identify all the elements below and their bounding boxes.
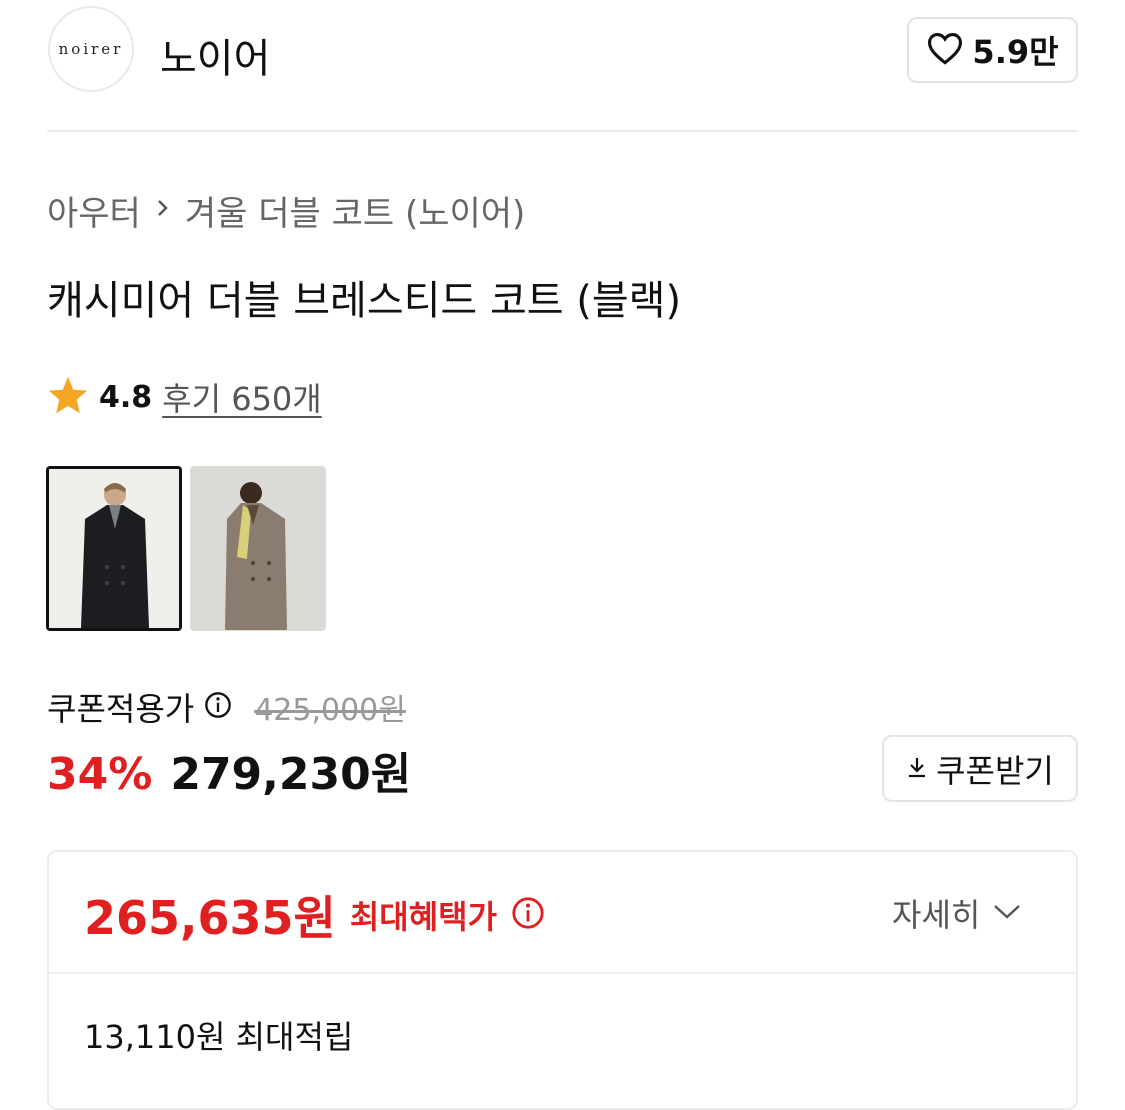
chevron-down-icon xyxy=(992,901,1022,925)
coupon-download-button[interactable]: 쿠폰받기 xyxy=(882,735,1078,802)
brand-logo[interactable]: noirer xyxy=(48,6,134,92)
info-icon[interactable] xyxy=(204,691,232,723)
like-button[interactable]: 5.9만 xyxy=(907,17,1078,83)
breadcrumb-category[interactable]: 아우터 xyxy=(47,186,141,235)
benefit-divider xyxy=(49,972,1076,974)
info-icon[interactable] xyxy=(511,896,545,934)
rating-row: 4.8 후기 650개 xyxy=(47,374,322,420)
review-link[interactable]: 후기 650개 xyxy=(162,374,322,420)
heart-icon xyxy=(926,31,964,69)
sale-price-row: 34% 279,230원 xyxy=(47,738,411,802)
coupon-price-row: 쿠폰적용가 425,000원 xyxy=(47,684,406,730)
breadcrumb-subcategory[interactable]: 겨울 더블 코트 (노이어) xyxy=(185,186,525,235)
breadcrumb: 아우터 겨울 더블 코트 (노이어) xyxy=(47,186,525,235)
sale-price: 279,230원 xyxy=(170,749,412,800)
coupon-button-label: 쿠폰받기 xyxy=(936,751,1054,790)
header-divider xyxy=(47,130,1078,132)
detail-toggle[interactable]: 자세히 xyxy=(892,890,1022,936)
brand-logo-text: noirer xyxy=(58,40,124,58)
product-thumbnail[interactable] xyxy=(46,466,182,631)
chevron-right-icon xyxy=(155,193,171,228)
discount-rate: 34% xyxy=(47,749,153,800)
detail-label: 자세히 xyxy=(892,896,981,934)
coupon-price-label: 쿠폰적용가 xyxy=(47,690,195,728)
max-benefit-row: 265,635원 최대혜택가 xyxy=(84,882,545,948)
max-benefit-price: 265,635원 xyxy=(84,891,336,945)
rating-value: 4.8 xyxy=(99,379,153,415)
product-thumbnail[interactable] xyxy=(190,466,326,631)
like-count: 5.9만 xyxy=(972,33,1059,71)
max-benefit-label: 최대혜택가 xyxy=(349,898,498,936)
brand-name[interactable]: 노이어 xyxy=(160,26,270,84)
original-price: 425,000원 xyxy=(254,693,406,728)
star-icon xyxy=(47,375,89,419)
download-icon xyxy=(906,755,928,783)
max-points-text: 13,110원 최대적립 xyxy=(84,1018,354,1056)
product-title: 캐시미어 더블 브레스티드 코트 (블랙) xyxy=(47,278,682,324)
